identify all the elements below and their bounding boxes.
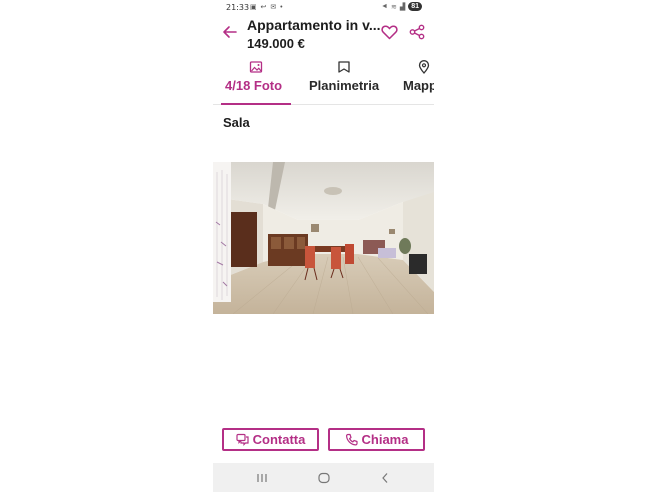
tab-map-label: Mappa	[403, 78, 434, 93]
active-tab-indicator	[221, 103, 291, 105]
contact-button-label: Contatta	[252, 432, 306, 447]
share-icon[interactable]	[409, 24, 425, 40]
tab-floorplan-label: Planimetria	[309, 78, 380, 93]
call-button[interactable]: Chiama	[328, 428, 425, 451]
phone-icon	[345, 433, 358, 446]
listing-title: Appartamento in v...	[247, 17, 381, 33]
tab-map[interactable]: Mappa	[403, 56, 434, 104]
status-bar: 21:33 ▣ ↩ ✉ • ◄ ≋ ▟ 81	[213, 0, 434, 14]
call-button-label: Chiama	[361, 432, 409, 447]
back-arrow-icon[interactable]	[222, 24, 238, 40]
status-time: 21:33	[226, 3, 250, 12]
tab-floorplan[interactable]: Planimetria	[309, 56, 379, 104]
image-icon	[249, 61, 263, 73]
listing-price: 149.000 €	[247, 36, 305, 51]
mute-icon: ◄	[381, 3, 388, 10]
signal-icon: ▟	[399, 3, 406, 11]
listing-header: Appartamento in v... 149.000 €	[213, 14, 434, 56]
photo-caption: Sala	[223, 115, 250, 130]
recent-apps-icon[interactable]	[256, 471, 268, 485]
system-navigation-bar	[213, 463, 434, 492]
listing-photo[interactable]	[213, 162, 434, 314]
map-pin-icon	[418, 60, 430, 74]
home-icon[interactable]	[317, 471, 331, 485]
contact-button[interactable]: Contatta	[222, 428, 319, 451]
battery-icon: 81	[408, 2, 422, 11]
chat-icon	[236, 433, 249, 446]
status-right: ◄ ≋ ▟ 81	[381, 2, 422, 11]
phone-screen: 21:33 ▣ ↩ ✉ • ◄ ≋ ▟ 81 Appartamento in v…	[213, 0, 434, 492]
tab-photos[interactable]: 4/18 Foto	[221, 56, 291, 105]
wifi-icon: ≋	[390, 3, 397, 11]
notification-icons: ▣ ↩ ✉ •	[250, 4, 284, 11]
floorplan-icon	[338, 61, 350, 73]
back-nav-icon[interactable]	[380, 471, 390, 485]
media-tabs: 4/18 Foto Planimetria Mappa	[213, 56, 434, 105]
favorite-heart-icon[interactable]	[381, 24, 398, 40]
tab-photos-label: 4/18 Foto	[225, 78, 283, 93]
